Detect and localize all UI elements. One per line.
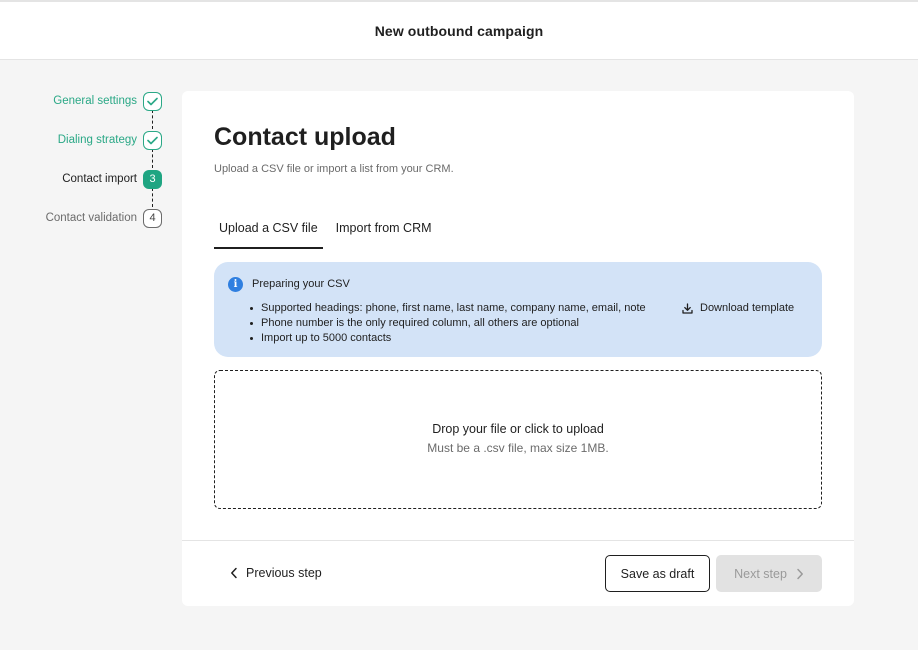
page-subtitle: Upload a CSV file or import a list from … xyxy=(214,163,454,175)
step-general-settings[interactable]: General settings xyxy=(53,91,162,111)
download-icon xyxy=(682,302,693,314)
content-card: Contact upload Upload a CSV file or impo… xyxy=(182,91,854,606)
info-panel: i Preparing your CSV Supported headings:… xyxy=(214,262,822,357)
previous-step-label: Previous step xyxy=(246,566,322,580)
page-title: Contact upload xyxy=(214,123,396,151)
step-connector xyxy=(152,110,153,129)
download-template-button[interactable]: Download template xyxy=(682,302,794,314)
step-connector xyxy=(152,149,153,168)
save-as-draft-button[interactable]: Save as draft xyxy=(605,555,710,592)
download-template-label: Download template xyxy=(700,302,795,314)
check-icon xyxy=(143,91,162,111)
next-step-label: Next step xyxy=(734,566,787,581)
step-connector xyxy=(152,188,153,207)
step-contact-validation: Contact validation 4 xyxy=(46,208,162,228)
tab-import-crm[interactable]: Import from CRM xyxy=(331,219,437,249)
dropzone-title: Drop your file or click to upload xyxy=(432,422,604,436)
chevron-right-icon xyxy=(797,568,803,579)
list-item: Phone number is the only required column… xyxy=(250,316,646,331)
info-list: Supported headings: phone, first name, l… xyxy=(250,301,646,346)
file-dropzone[interactable]: Drop your file or click to upload Must b… xyxy=(214,370,822,509)
previous-step-button[interactable]: Previous step xyxy=(230,563,322,583)
info-icon: i xyxy=(228,277,243,292)
page-header-title: New outbound campaign xyxy=(374,22,544,39)
footer-divider xyxy=(182,540,854,541)
step-label: Contact import xyxy=(62,173,137,185)
info-title: Preparing your CSV xyxy=(252,278,350,290)
tab-bar: Upload a CSV file Import from CRM xyxy=(214,219,445,249)
step-label: General settings xyxy=(53,95,137,107)
header-bar: New outbound campaign xyxy=(0,0,918,60)
step-label: Dialing strategy xyxy=(57,134,137,146)
step-label: Contact validation xyxy=(45,212,137,224)
list-item: Import up to 5000 contacts xyxy=(250,331,646,346)
step-number-badge: 4 xyxy=(143,208,162,228)
dropzone-subtitle: Must be a .csv file, max size 1MB. xyxy=(427,441,609,455)
step-contact-import: Contact import 3 xyxy=(62,169,162,189)
check-icon xyxy=(143,130,162,150)
step-dialing-strategy[interactable]: Dialing strategy xyxy=(58,130,162,150)
step-number-badge: 3 xyxy=(143,169,162,189)
list-item: Supported headings: phone, first name, l… xyxy=(250,302,646,314)
next-step-button[interactable]: Next step xyxy=(716,555,822,592)
chevron-left-icon xyxy=(231,567,237,579)
tab-upload-csv[interactable]: Upload a CSV file xyxy=(214,219,323,249)
